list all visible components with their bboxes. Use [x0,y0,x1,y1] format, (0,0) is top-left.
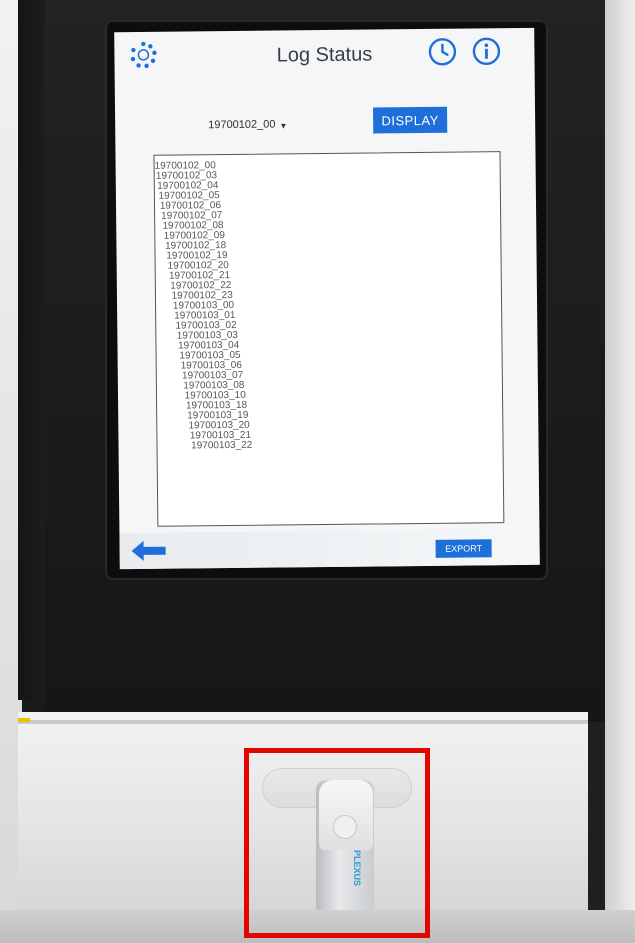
log-file-list[interactable]: 19700102_00 19700102_03 19700102_04 1970010… [153,151,505,527]
log-date-dropdown[interactable]: 19700102_00 ▼ [208,118,288,132]
chevron-down-icon: ▼ [279,121,288,131]
dropdown-value: 19700102_00 [208,118,276,132]
highlight-box [244,748,430,938]
yellow-accent [18,718,30,722]
log-list: 19700102_00 19700102_03 19700102_04 1970010… [154,152,502,452]
touch-screen: Log Status 19700102_00 ▼ DISPLAY 1970010… [114,27,540,570]
log-file-item[interactable]: 19700103_22 [157,438,502,452]
background-wall-right [605,0,635,943]
base-seam [18,720,588,724]
display-button[interactable]: DISPLAY [373,106,448,134]
bottom-toolbar: EXPORT [119,528,540,570]
device-photo: Log Status 19700102_00 ▼ DISPLAY 1970010… [0,0,635,943]
info-icon[interactable] [471,36,501,66]
export-button[interactable]: EXPORT [435,539,492,558]
back-arrow-icon[interactable] [130,539,168,563]
clock-icon[interactable] [427,37,457,67]
